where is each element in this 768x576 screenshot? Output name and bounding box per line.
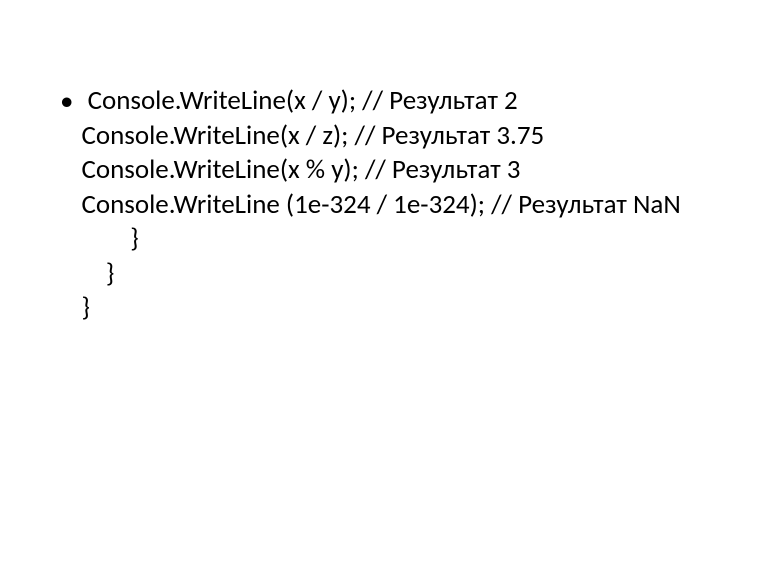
code-line: Console.WriteLine(x / z); // Результат 3… [81,119,708,154]
code-line: } [81,291,708,326]
bullet-content: Console.WriteLine(x / y); // Результат 2… [81,84,708,326]
bullet-item: • Console.WriteLine(x / y); // Результат… [60,84,708,326]
code-line: } [81,257,708,292]
slide: • Console.WriteLine(x / y); // Результат… [0,0,768,576]
code-line: Console.WriteLine(x % y); // Результат 3 [81,153,708,188]
code-line: Console.WriteLine (1e-324 / 1e-324); // … [81,188,708,223]
code-line: Console.WriteLine(x / y); // Результат 2 [81,84,708,119]
bullet-marker: • [60,85,73,120]
code-line: } [81,222,708,257]
